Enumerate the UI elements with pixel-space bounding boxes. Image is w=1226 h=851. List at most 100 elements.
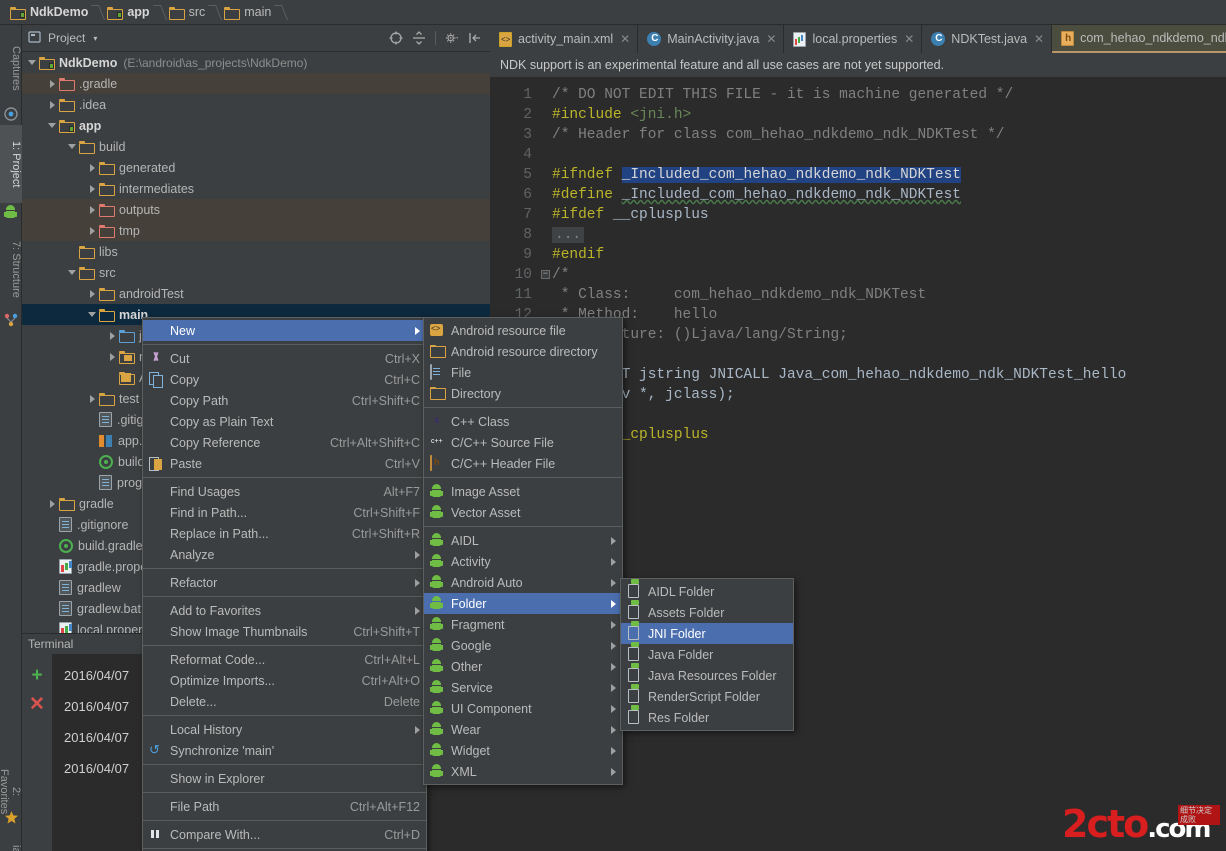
menu-item-paste[interactable]: PasteCtrl+V — [143, 453, 426, 474]
tree-toggle-down-icon[interactable] — [66, 136, 79, 157]
menu-item-show-in-explorer[interactable]: Show in Explorer — [143, 768, 426, 789]
menu-item-google[interactable]: Google — [424, 635, 622, 656]
editor-tab[interactable]: com_hehao_ndkdemo_ndk_NDKTest.h — [1052, 25, 1226, 53]
breadcrumb-item-ndkdemo[interactable]: NdkDemo — [8, 0, 91, 25]
menu-item-android-resource-directory[interactable]: Android resource directory — [424, 341, 622, 362]
close-icon[interactable]: ✕ — [620, 32, 630, 46]
terminal-close-button[interactable]: ✕ — [22, 690, 52, 718]
tree-row[interactable]: NdkDemo(E:\android\as_projects\NdkDemo) — [22, 52, 490, 73]
hide-panel-icon[interactable] — [468, 31, 482, 45]
tree-toggle-down-icon[interactable] — [66, 262, 79, 283]
editor-tab[interactable]: local.properties✕ — [784, 25, 922, 53]
menu-item-c-class[interactable]: C++ Class — [424, 411, 622, 432]
menu-item-widget[interactable]: Widget — [424, 740, 622, 761]
tree-row[interactable]: app — [22, 115, 490, 136]
menu-item-res-folder[interactable]: Res Folder — [621, 707, 793, 728]
code-text[interactable]: /* DO NOT EDIT THIS FILE - it is machine… — [540, 79, 1226, 851]
menu-item-local-history[interactable]: Local History — [143, 719, 426, 740]
menu-item-assets-folder[interactable]: Assets Folder — [621, 602, 793, 623]
breadcrumb-item-app[interactable]: app — [105, 0, 152, 25]
menu-item-vector-asset[interactable]: Vector Asset — [424, 502, 622, 523]
menu-item-reformat-code[interactable]: Reformat Code...Ctrl+Alt+L — [143, 649, 426, 670]
menu-item-aidl[interactable]: AIDL — [424, 530, 622, 551]
editor-tab[interactable]: activity_main.xml✕ — [490, 25, 638, 53]
tree-toggle-down-icon[interactable] — [26, 52, 39, 73]
tree-row[interactable]: generated — [22, 157, 490, 178]
tree-toggle-right-icon[interactable] — [106, 325, 119, 346]
close-icon[interactable]: ✕ — [904, 32, 914, 46]
folder-submenu[interactable]: AIDL FolderAssets FolderJNI FolderJava F… — [620, 578, 794, 731]
menu-item-add-to-favorites[interactable]: Add to Favorites — [143, 600, 426, 621]
close-icon[interactable]: ✕ — [766, 32, 776, 46]
tree-toggle-right-icon[interactable] — [86, 220, 99, 241]
menu-item-other[interactable]: Other — [424, 656, 622, 677]
tree-row[interactable]: tmp — [22, 220, 490, 241]
tree-toggle-right-icon[interactable] — [86, 157, 99, 178]
context-menu[interactable]: NewCutCtrl+XCopyCtrl+CCopy PathCtrl+Shif… — [142, 317, 427, 851]
tree-toggle-right-icon[interactable] — [106, 346, 119, 367]
close-icon[interactable]: ✕ — [1034, 32, 1044, 46]
menu-item-jni-folder[interactable]: JNI Folder — [621, 623, 793, 644]
menu-item-wear[interactable]: Wear — [424, 719, 622, 740]
menu-item-java-folder[interactable]: Java Folder — [621, 644, 793, 665]
tree-row[interactable]: .idea — [22, 94, 490, 115]
menu-item-find-usages[interactable]: Find UsagesAlt+F7 — [143, 481, 426, 502]
tree-row[interactable]: .gradle — [22, 73, 490, 94]
menu-item-new[interactable]: New — [143, 320, 426, 341]
sidebar-tab-variants[interactable]: iants — [0, 837, 22, 851]
tree-toggle-right-icon[interactable] — [46, 94, 59, 115]
editor-tab[interactable]: NDKTest.java✕ — [922, 25, 1052, 53]
menu-item-xml[interactable]: XML — [424, 761, 622, 782]
tree-toggle-right-icon[interactable] — [46, 73, 59, 94]
menu-item-c-c-header-file[interactable]: C/C++ Header File — [424, 453, 622, 474]
menu-item-refactor[interactable]: Refactor — [143, 572, 426, 593]
new-submenu[interactable]: Android resource fileAndroid resource di… — [423, 317, 623, 785]
menu-item-directory[interactable]: Directory — [424, 383, 622, 404]
tree-toggle-right-icon[interactable] — [86, 199, 99, 220]
menu-item-ui-component[interactable]: UI Component — [424, 698, 622, 719]
menu-item-activity[interactable]: Activity — [424, 551, 622, 572]
menu-item-compare-with[interactable]: Compare With...Ctrl+D — [143, 824, 426, 845]
tree-toggle-right-icon[interactable] — [86, 283, 99, 304]
menu-item-aidl-folder[interactable]: AIDL Folder — [621, 581, 793, 602]
sidebar-tab-structure[interactable]: 7: Structure — [0, 227, 22, 311]
menu-item-replace-in-path[interactable]: Replace in Path...Ctrl+Shift+R — [143, 523, 426, 544]
menu-item-copy-path[interactable]: Copy PathCtrl+Shift+C — [143, 390, 426, 411]
target-icon[interactable] — [389, 31, 403, 45]
menu-item-renderscript-folder[interactable]: RenderScript Folder — [621, 686, 793, 707]
menu-item-delete[interactable]: Delete...Delete — [143, 691, 426, 712]
tree-toggle-right-icon[interactable] — [86, 178, 99, 199]
menu-item-image-asset[interactable]: Image Asset — [424, 481, 622, 502]
tree-row[interactable]: outputs — [22, 199, 490, 220]
menu-item-folder[interactable]: Folder — [424, 593, 622, 614]
chevron-down-icon[interactable]: ▾ — [93, 34, 97, 43]
gear-icon[interactable] — [445, 31, 459, 45]
menu-item-java-resources-folder[interactable]: Java Resources Folder — [621, 665, 793, 686]
tree-row[interactable]: intermediates — [22, 178, 490, 199]
menu-item-find-in-path[interactable]: Find in Path...Ctrl+Shift+F — [143, 502, 426, 523]
tree-toggle-right-icon[interactable] — [46, 493, 59, 514]
menu-item-android-resource-file[interactable]: Android resource file — [424, 320, 622, 341]
menu-item-optimize-imports[interactable]: Optimize Imports...Ctrl+Alt+O — [143, 670, 426, 691]
sidebar-tab-captures[interactable]: Captures — [0, 33, 22, 103]
menu-item-copy-as-plain-text[interactable]: Copy as Plain Text — [143, 411, 426, 432]
code-fold-icon[interactable]: − — [541, 270, 550, 279]
tree-toggle-right-icon[interactable] — [86, 388, 99, 409]
tree-toggle-down-icon[interactable] — [46, 115, 59, 136]
menu-item-android-auto[interactable]: Android Auto — [424, 572, 622, 593]
breadcrumb-item-main[interactable]: main — [222, 0, 274, 25]
tree-row[interactable]: androidTest — [22, 283, 490, 304]
menu-item-file-path[interactable]: File PathCtrl+Alt+F12 — [143, 796, 426, 817]
menu-item-file[interactable]: File — [424, 362, 622, 383]
menu-item-show-image-thumbnails[interactable]: Show Image ThumbnailsCtrl+Shift+T — [143, 621, 426, 642]
tree-row[interactable]: libs — [22, 241, 490, 262]
terminal-add-button[interactable]: + — [22, 662, 52, 690]
editor-tab[interactable]: MainActivity.java✕ — [638, 25, 784, 53]
sidebar-tab-project[interactable]: 1: Project — [0, 125, 22, 203]
menu-item-service[interactable]: Service — [424, 677, 622, 698]
tree-row[interactable]: build — [22, 136, 490, 157]
menu-item-fragment[interactable]: Fragment — [424, 614, 622, 635]
menu-item-cut[interactable]: CutCtrl+X — [143, 348, 426, 369]
breadcrumb-item-src[interactable]: src — [167, 0, 209, 25]
tree-toggle-down-icon[interactable] — [86, 304, 99, 325]
